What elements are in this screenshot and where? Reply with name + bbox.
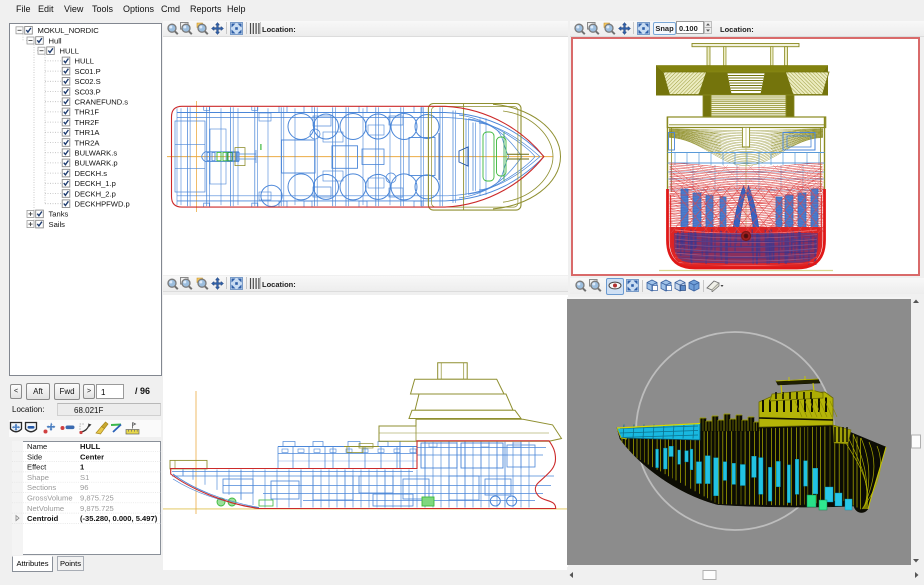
svg-text:NetVolume: NetVolume	[27, 504, 64, 513]
svg-text:SC02.S: SC02.S	[75, 77, 101, 86]
svg-text:DECKHPFWD.p: DECKHPFWD.p	[75, 200, 130, 209]
svg-text:THR1F: THR1F	[75, 108, 100, 117]
svg-text:1: 1	[80, 463, 85, 472]
svg-text:SC01.P: SC01.P	[75, 67, 101, 76]
svg-text:DECKH_1.p: DECKH_1.p	[75, 179, 116, 188]
svg-text:THR2F: THR2F	[75, 118, 100, 127]
svg-text:THR1A: THR1A	[75, 128, 101, 137]
svg-text:S1: S1	[80, 473, 89, 482]
svg-text:Tanks: Tanks	[49, 210, 69, 219]
svg-text:(-35.280, 0.000, 5.497): (-35.280, 0.000, 5.497)	[80, 514, 158, 523]
svg-text:THR2A: THR2A	[75, 138, 101, 147]
svg-text:HULL: HULL	[80, 442, 101, 451]
svg-text:Sections: Sections	[27, 483, 56, 492]
svg-text:Hull: Hull	[49, 36, 62, 45]
svg-text:9,875.725: 9,875.725	[80, 504, 114, 513]
svg-text:DECKH_2.p: DECKH_2.p	[75, 189, 116, 198]
svg-text:Shape: Shape	[27, 473, 49, 482]
svg-text:MOKUL_NORDIC: MOKUL_NORDIC	[38, 26, 100, 35]
svg-text:CRANEFUND.s: CRANEFUND.s	[75, 98, 129, 107]
svg-text:HULL: HULL	[75, 57, 94, 66]
svg-text:Side: Side	[27, 452, 42, 461]
svg-text:96: 96	[80, 483, 88, 492]
svg-text:Centroid: Centroid	[27, 514, 59, 523]
svg-text:Name: Name	[27, 442, 47, 451]
svg-text:SC03.P: SC03.P	[75, 87, 101, 96]
svg-text:HULL: HULL	[60, 47, 79, 56]
svg-text:Effect: Effect	[27, 463, 47, 472]
svg-text:Sails: Sails	[49, 220, 66, 229]
svg-text:9,875.725: 9,875.725	[80, 494, 114, 503]
svg-text:Center: Center	[80, 452, 104, 461]
svg-text:BULWARK.s: BULWARK.s	[75, 149, 118, 158]
svg-text:BULWARK.p: BULWARK.p	[75, 159, 118, 168]
svg-text:GrossVolume: GrossVolume	[27, 494, 73, 503]
svg-text:DECKH.s: DECKH.s	[75, 169, 108, 178]
